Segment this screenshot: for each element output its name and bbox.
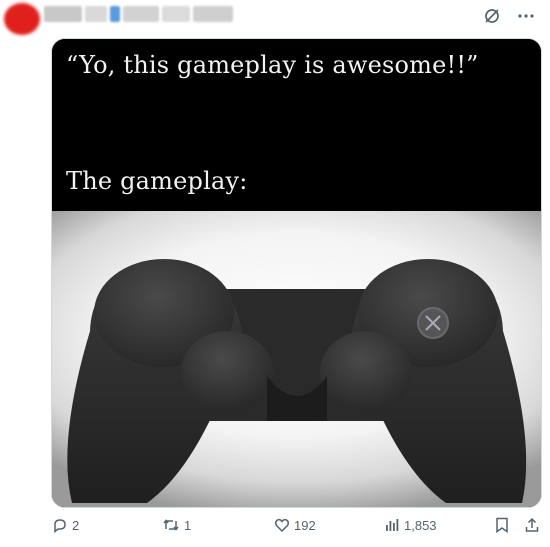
- bookmark-icon: [496, 517, 508, 533]
- gamepad-icon: [67, 259, 527, 503]
- repost-count: 1: [184, 517, 192, 533]
- meme-controller-area: [52, 211, 541, 507]
- analytics-icon: [386, 519, 399, 531]
- meme-caption-bottom: The gameplay:: [66, 167, 248, 195]
- more-icon[interactable]: [516, 6, 536, 26]
- share-button[interactable]: [524, 517, 540, 533]
- meme-caption-top: “Yo, this gameplay is awesome!!”: [66, 51, 479, 79]
- views-count: 1,853: [404, 517, 437, 533]
- like-count: 192: [294, 517, 316, 533]
- post-image[interactable]: “Yo, this gameplay is awesome!!” The gam…: [51, 38, 542, 508]
- reply-count: 2: [72, 517, 80, 533]
- grok-slash-icon[interactable]: [482, 6, 502, 26]
- repost-button[interactable]: 1: [162, 517, 191, 533]
- header-actions: [482, 6, 536, 26]
- avatar[interactable]: [4, 3, 40, 35]
- reply-icon: [54, 519, 66, 533]
- post: “Yo, this gameplay is awesome!!” The gam…: [0, 0, 550, 547]
- heart-icon: [274, 518, 290, 533]
- share-icon: [525, 517, 539, 532]
- action-bar: 2 1 192 1,853: [0, 517, 550, 541]
- meme-caption-area: “Yo, this gameplay is awesome!!” The gam…: [52, 39, 541, 239]
- reply-button[interactable]: 2: [52, 517, 79, 533]
- like-button[interactable]: 192: [274, 517, 316, 533]
- repost-icon: [163, 519, 179, 531]
- views-button[interactable]: 1,853: [384, 517, 437, 533]
- bookmark-button[interactable]: [495, 517, 509, 533]
- author-name-redacted[interactable]: [44, 6, 239, 22]
